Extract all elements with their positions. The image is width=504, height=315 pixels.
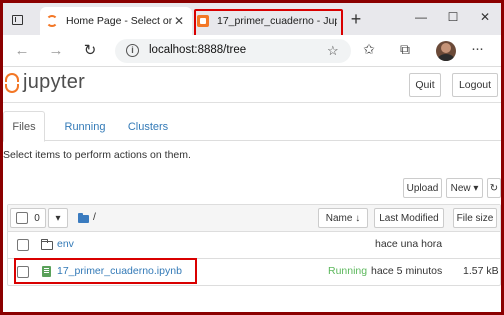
sort-size-button[interactable]: File size: [453, 208, 497, 228]
tab-actions-icon[interactable]: [7, 10, 27, 30]
favorites-icon[interactable]: ✩: [359, 41, 379, 58]
jupyter-header: jupyter Quit Logout: [3, 67, 501, 103]
quit-button[interactable]: Quit: [409, 73, 441, 97]
tab-clusters[interactable]: Clusters: [123, 111, 173, 142]
browser-window: Home Page - Select or create a notebook …: [3, 3, 501, 312]
list-item[interactable]: env hace una hora: [8, 232, 500, 258]
item-modified: hace una hora: [375, 238, 443, 250]
file-list-header: 0 ▾ / Name ↓ Last Modified File size: [8, 205, 500, 232]
upload-button[interactable]: Upload: [403, 178, 442, 198]
folder-icon: [41, 239, 53, 250]
item-checkbox[interactable]: [17, 239, 29, 251]
logout-button[interactable]: Logout: [452, 73, 498, 97]
list-item[interactable]: 17_primer_cuaderno.ipynb Running hace 5 …: [8, 258, 500, 284]
jupyter-logo-text: jupyter: [23, 71, 86, 93]
tab-notebook[interactable]: 17_primer_cuaderno - Jupyter Notebook: [191, 7, 343, 35]
info-icon[interactable]: i: [126, 44, 139, 57]
jupyter-tabs: Files Running Clusters: [3, 103, 501, 142]
sort-name-button[interactable]: Name ↓: [318, 208, 368, 228]
item-name-link[interactable]: env: [57, 238, 74, 250]
back-icon[interactable]: ←: [11, 41, 33, 61]
select-all-checkbox[interactable]: [16, 212, 29, 224]
sort-modified-button[interactable]: Last Modified: [374, 208, 444, 228]
refresh-icon[interactable]: ↻: [487, 178, 501, 198]
close-tab-icon[interactable]: ✕: [172, 14, 186, 28]
tab-running[interactable]: Running: [55, 111, 115, 142]
tab-title: Home Page - Select or create a notebook: [66, 15, 172, 27]
forward-icon[interactable]: →: [45, 41, 67, 61]
new-tab-icon[interactable]: +: [346, 9, 366, 31]
tab-title: 17_primer_cuaderno - Jupyter Notebook: [217, 15, 337, 27]
address-bar[interactable]: i localhost:8888/tree ☆: [115, 39, 351, 63]
collections-icon[interactable]: ⧉: [395, 41, 415, 58]
minimize-button[interactable]: —: [411, 10, 431, 24]
notebook-favicon-icon: [197, 15, 209, 27]
tab-files[interactable]: Files: [3, 111, 45, 142]
notebook-icon: [42, 266, 51, 277]
tab-home-page[interactable]: Home Page - Select or create a notebook …: [40, 7, 192, 35]
home-folder-icon[interactable]: [78, 213, 89, 223]
jupyter-logo-icon: [5, 72, 19, 94]
item-name-link[interactable]: 17_primer_cuaderno.ipynb: [57, 265, 182, 277]
selected-count: 0: [34, 212, 40, 224]
url-text: localhost:8888/tree: [149, 44, 247, 56]
favorite-add-icon[interactable]: ☆: [327, 43, 339, 59]
running-status: Running: [328, 265, 368, 277]
jupyter-favicon-icon: [46, 15, 58, 27]
file-list: 0 ▾ / Name ↓ Last Modified File size env…: [7, 204, 501, 286]
item-modified: hace 5 minutos: [371, 265, 443, 277]
select-dropdown-button[interactable]: ▾: [48, 208, 68, 228]
new-button[interactable]: New ▾: [446, 178, 483, 198]
maximize-button[interactable]: ☐: [443, 10, 463, 24]
more-icon[interactable]: ···: [467, 40, 487, 57]
reload-icon[interactable]: ↻: [79, 41, 101, 61]
breadcrumb[interactable]: /: [93, 211, 96, 223]
navigation-bar: ← → ↻ i localhost:8888/tree ☆ ✩ ⧉ ···: [3, 35, 501, 67]
item-size: 1.57 kB: [463, 265, 499, 277]
profile-avatar[interactable]: [436, 41, 456, 61]
tab-strip: Home Page - Select or create a notebook …: [3, 3, 501, 37]
close-window-button[interactable]: ✕: [475, 10, 495, 24]
selection-hint: Select items to perform actions on them.: [3, 149, 191, 161]
item-checkbox[interactable]: [17, 266, 29, 278]
select-all-checkbox-group[interactable]: 0: [10, 208, 46, 228]
jupyter-logo[interactable]: jupyter: [5, 71, 85, 94]
